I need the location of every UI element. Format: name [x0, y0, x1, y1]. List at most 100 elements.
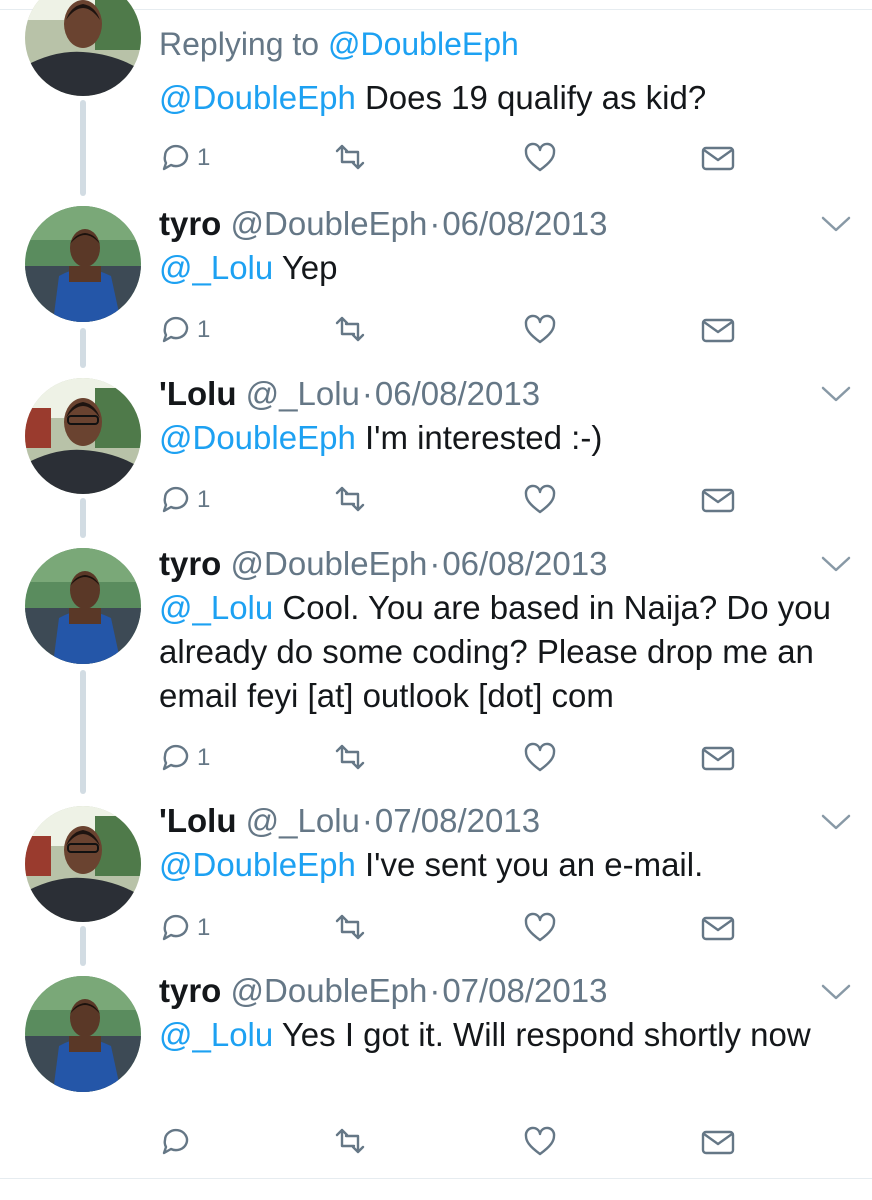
envelope-icon [701, 146, 735, 171]
tweet-header: tyro @DoubleEph·06/08/2013 [159, 544, 842, 584]
retweet-icon [335, 914, 365, 940]
tweet-body: I'm interested :-) [364, 419, 603, 456]
dm-button[interactable] [701, 1122, 735, 1162]
lolu-avatar [25, 806, 141, 922]
chevron-down-icon[interactable] [820, 384, 852, 404]
like-button[interactable] [523, 1122, 557, 1162]
replying-prefix: Replying to [159, 26, 320, 62]
reply-button[interactable]: 1 [159, 310, 210, 350]
tweet-actions: 1 [159, 310, 759, 350]
separator-dot: · [429, 972, 441, 1009]
chevron-down-icon[interactable] [820, 554, 852, 574]
thread-connector [80, 926, 86, 966]
tweet-body: I've sent you an e-mail. [364, 846, 704, 883]
avatar[interactable] [25, 548, 141, 664]
reply-count: 1 [197, 486, 211, 513]
separator-dot: · [429, 545, 441, 582]
tweet-header: 'Lolu @_Lolu·06/08/2013 [159, 374, 842, 414]
tweet-mention[interactable]: @DoubleEph [159, 419, 356, 456]
tweet-text: @DoubleEph I'm interested :-) [159, 416, 842, 460]
envelope-icon [701, 916, 735, 941]
reply-icon [162, 486, 189, 513]
tweet-text: @_Lolu Yep [159, 246, 842, 290]
like-button[interactable] [523, 138, 557, 178]
heart-icon [524, 912, 556, 942]
like-button[interactable] [523, 908, 557, 948]
display-name[interactable]: 'Lolu [159, 375, 237, 412]
tweet-actions: 1 [159, 738, 759, 778]
thread-connector [80, 498, 86, 538]
reply-button[interactable] [159, 1122, 197, 1162]
like-button[interactable] [523, 310, 557, 350]
user-handle[interactable]: @DoubleEph [231, 545, 428, 582]
reply-icon [162, 144, 189, 171]
chevron-down-icon[interactable] [820, 812, 852, 832]
tweet-body: Does 19 qualify as kid? [364, 79, 707, 116]
tweet-mention[interactable]: @_Lolu [159, 1016, 273, 1053]
thread-connector [80, 670, 86, 794]
chevron-down-icon[interactable] [820, 214, 852, 234]
reply-count: 1 [197, 744, 211, 771]
reply-button[interactable]: 1 [159, 908, 210, 948]
tyro-avatar [25, 548, 141, 664]
tweet-date[interactable]: 06/08/2013 [442, 545, 607, 582]
user-handle[interactable]: @_Lolu [246, 375, 360, 412]
reply-button[interactable]: 1 [159, 138, 210, 178]
retweet-button[interactable] [333, 480, 367, 520]
tweet-header: tyro @DoubleEph·06/08/2013 [159, 204, 842, 244]
dm-button[interactable] [701, 138, 735, 178]
user-handle[interactable]: @_Lolu [246, 802, 360, 839]
tweet-date[interactable]: 07/08/2013 [442, 972, 607, 1009]
retweet-button[interactable] [333, 908, 367, 948]
retweet-button[interactable] [333, 138, 367, 178]
conversation-thread: Replying to @DoubleEph @DoubleEph Does 1… [0, 0, 872, 1200]
chevron-down-icon[interactable] [820, 982, 852, 1002]
heart-icon [524, 1126, 556, 1156]
avatar[interactable] [25, 378, 141, 494]
avatar[interactable] [25, 0, 141, 96]
envelope-icon [701, 1130, 735, 1155]
retweet-button[interactable] [333, 310, 367, 350]
user-handle[interactable]: @DoubleEph [231, 972, 428, 1009]
replying-to-mention[interactable]: @DoubleEph [328, 26, 519, 62]
replying-to-line: Replying to @DoubleEph [159, 24, 842, 64]
tweet-body: Yep [281, 249, 338, 286]
retweet-icon [335, 144, 365, 170]
display-name[interactable]: 'Lolu [159, 802, 237, 839]
tweet-date[interactable]: 06/08/2013 [375, 375, 540, 412]
retweet-button[interactable] [333, 738, 367, 778]
tweet-mention[interactable]: @_Lolu [159, 589, 273, 626]
dm-button[interactable] [701, 310, 735, 350]
reply-icon [162, 316, 189, 343]
like-button[interactable] [523, 738, 557, 778]
avatar[interactable] [25, 976, 141, 1092]
tweet-mention[interactable]: @DoubleEph [159, 846, 356, 883]
tyro-avatar [25, 206, 141, 322]
tweet-text: @DoubleEph I've sent you an e-mail. [159, 843, 842, 887]
heart-icon [524, 742, 556, 772]
reply-button[interactable]: 1 [159, 480, 210, 520]
like-button[interactable] [523, 480, 557, 520]
tweet-date[interactable]: 07/08/2013 [375, 802, 540, 839]
retweet-icon [335, 744, 365, 770]
avatar[interactable] [25, 806, 141, 922]
retweet-button[interactable] [333, 1122, 367, 1162]
display-name[interactable]: tyro [159, 972, 221, 1009]
reply-count: 1 [197, 914, 211, 941]
retweet-icon [335, 316, 365, 342]
tweet-actions: 1 [159, 138, 759, 178]
tweet-mention[interactable]: @DoubleEph [159, 79, 356, 116]
user-handle[interactable]: @DoubleEph [231, 205, 428, 242]
dm-button[interactable] [701, 738, 735, 778]
dm-button[interactable] [701, 908, 735, 948]
tweet-date[interactable]: 06/08/2013 [442, 205, 607, 242]
reply-count: 1 [197, 316, 211, 343]
reply-button[interactable]: 1 [159, 738, 210, 778]
display-name[interactable]: tyro [159, 205, 221, 242]
display-name[interactable]: tyro [159, 545, 221, 582]
dm-button[interactable] [701, 480, 735, 520]
tweet-actions: 1 [159, 908, 759, 948]
thread-connector [80, 100, 86, 196]
avatar[interactable] [25, 206, 141, 322]
tweet-mention[interactable]: @_Lolu [159, 249, 273, 286]
